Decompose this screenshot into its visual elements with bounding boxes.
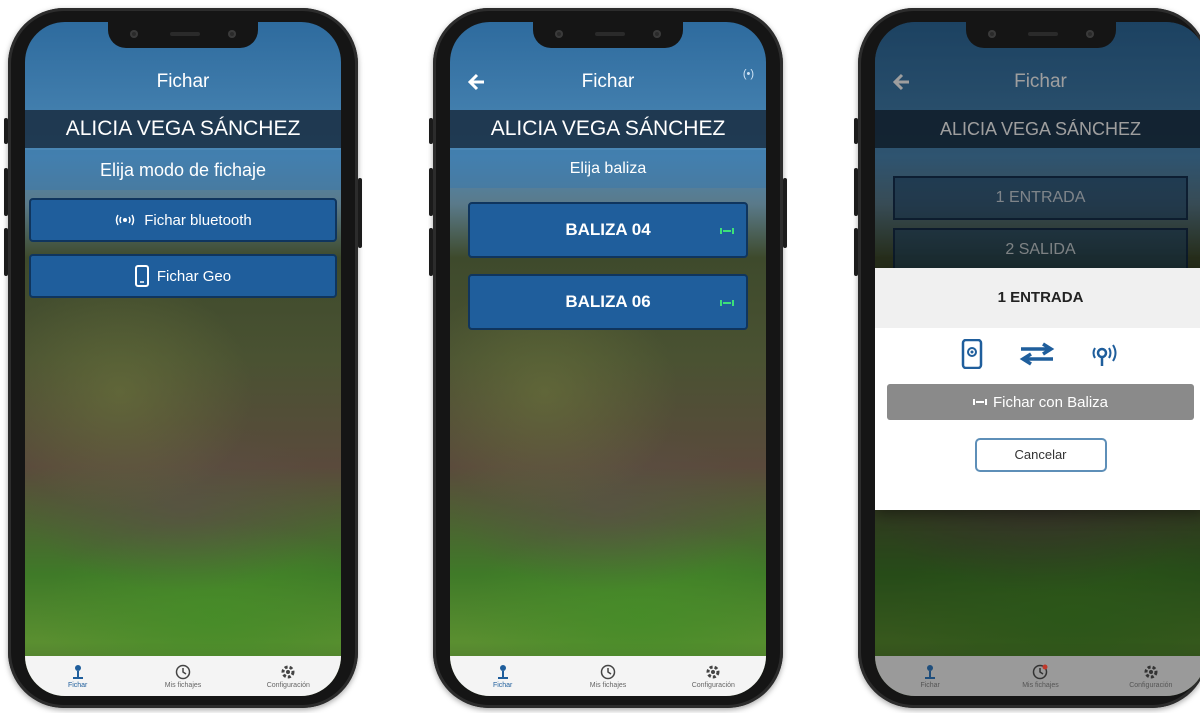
phone-mockup-1: Fichar ALICIA VEGA SÁNCHEZ Elija modo de… xyxy=(4,8,362,708)
tab-label: Mis fichajes xyxy=(1022,681,1059,689)
tab-fichar[interactable]: Fichar xyxy=(450,656,555,696)
fichaje-dialog: 1 ENTRADA Fichar con Baliza Cancelar xyxy=(875,268,1200,510)
app-screen-1: Fichar ALICIA VEGA SÁNCHEZ Elija modo de… xyxy=(25,22,341,696)
tab-bar: Fichar Mis fichajes Configuración xyxy=(450,656,766,696)
beacon-label: BALIZA 04 xyxy=(565,220,651,239)
fichar-con-baliza-button[interactable]: Fichar con Baliza xyxy=(887,384,1194,420)
pin-icon xyxy=(923,664,937,680)
dialog-icon-row xyxy=(875,328,1200,384)
mode-prompt: Elija modo de fichaje xyxy=(25,150,341,190)
app-screen-2: Fichar (•) ALICIA VEGA SÁNCHEZ Elija bal… xyxy=(450,22,766,696)
tab-configuracion[interactable]: Configuración xyxy=(236,656,341,696)
tab-label: Mis fichajes xyxy=(589,681,627,689)
page-title: Fichar xyxy=(581,71,635,92)
tab-bar: Fichar Mis fichajes Configuración xyxy=(25,656,341,696)
tab-label: Fichar xyxy=(67,681,88,689)
tab-mis-fichajes[interactable]: Mis fichajes xyxy=(985,656,1095,696)
tab-configuracion[interactable]: Configuración xyxy=(661,656,766,696)
tab-configuracion[interactable]: Configuración xyxy=(1096,656,1200,696)
phone-icon xyxy=(134,265,149,287)
beacon-signal-icon xyxy=(1091,340,1121,373)
notch xyxy=(965,22,1116,48)
clock-icon xyxy=(600,664,616,680)
tab-fichar[interactable]: Fichar xyxy=(25,656,130,696)
phone-mockup-2: Fichar (•) ALICIA VEGA SÁNCHEZ Elija bal… xyxy=(429,8,787,708)
tab-fichar[interactable]: Fichar xyxy=(875,656,985,696)
tab-label: Configuración xyxy=(691,681,735,689)
fichar-geo-label: Fichar Geo xyxy=(156,267,232,285)
beacon-active-icon xyxy=(720,220,734,234)
user-name: ALICIA VEGA SÁNCHEZ xyxy=(25,110,341,148)
page-title: Fichar xyxy=(156,71,210,92)
bluetooth-status-icon: (•) xyxy=(742,68,754,80)
tab-label: Fichar xyxy=(920,681,940,689)
tab-mis-fichajes[interactable]: Mis fichajes xyxy=(555,656,660,696)
user-name: ALICIA VEGA SÁNCHEZ xyxy=(450,110,766,148)
clock-icon xyxy=(175,664,191,680)
bluetooth-signal-icon xyxy=(114,214,136,226)
tab-label: Fichar xyxy=(492,681,513,689)
pin-icon xyxy=(71,664,85,680)
tab-label: Configuración xyxy=(266,681,310,689)
gear-icon xyxy=(705,664,721,680)
fichar-con-baliza-label: Fichar con Baliza xyxy=(992,393,1109,411)
tab-mis-fichajes[interactable]: Mis fichajes xyxy=(130,656,235,696)
dialog-title: 1 ENTRADA xyxy=(875,268,1200,328)
cancel-button[interactable]: Cancelar xyxy=(974,438,1107,472)
phone-mockup-3: Fichar ALICIA VEGA SÁNCHEZ 1 ENTRADA 2 S… xyxy=(854,8,1200,708)
beacon-button-06[interactable]: BALIZA 06 xyxy=(468,274,748,330)
beacon-small-icon xyxy=(972,398,987,406)
gear-icon xyxy=(280,664,296,680)
fichar-bluetooth-button[interactable]: Fichar bluetooth xyxy=(29,198,337,242)
fichar-bluetooth-label: Fichar bluetooth xyxy=(144,211,252,229)
tab-label: Configuración xyxy=(1129,681,1173,689)
beacon-button-04[interactable]: BALIZA 04 xyxy=(468,202,748,258)
fichar-geo-button[interactable]: Fichar Geo xyxy=(29,254,337,298)
pin-icon xyxy=(496,664,510,680)
beacon-prompt: Elija baliza xyxy=(450,150,766,188)
app-screen-3: Fichar ALICIA VEGA SÁNCHEZ 1 ENTRADA 2 S… xyxy=(875,22,1200,696)
notch xyxy=(533,22,683,48)
clock-icon xyxy=(1032,664,1048,680)
tab-label: Mis fichajes xyxy=(164,681,202,689)
phone-location-icon xyxy=(961,338,983,374)
tab-bar: Fichar Mis fichajes Configuración xyxy=(875,656,1200,696)
beacon-label: BALIZA 06 xyxy=(565,292,651,311)
gear-icon xyxy=(1143,664,1159,680)
notch xyxy=(108,22,258,48)
beacon-active-icon xyxy=(720,292,734,306)
swap-arrows-icon xyxy=(1019,342,1055,371)
